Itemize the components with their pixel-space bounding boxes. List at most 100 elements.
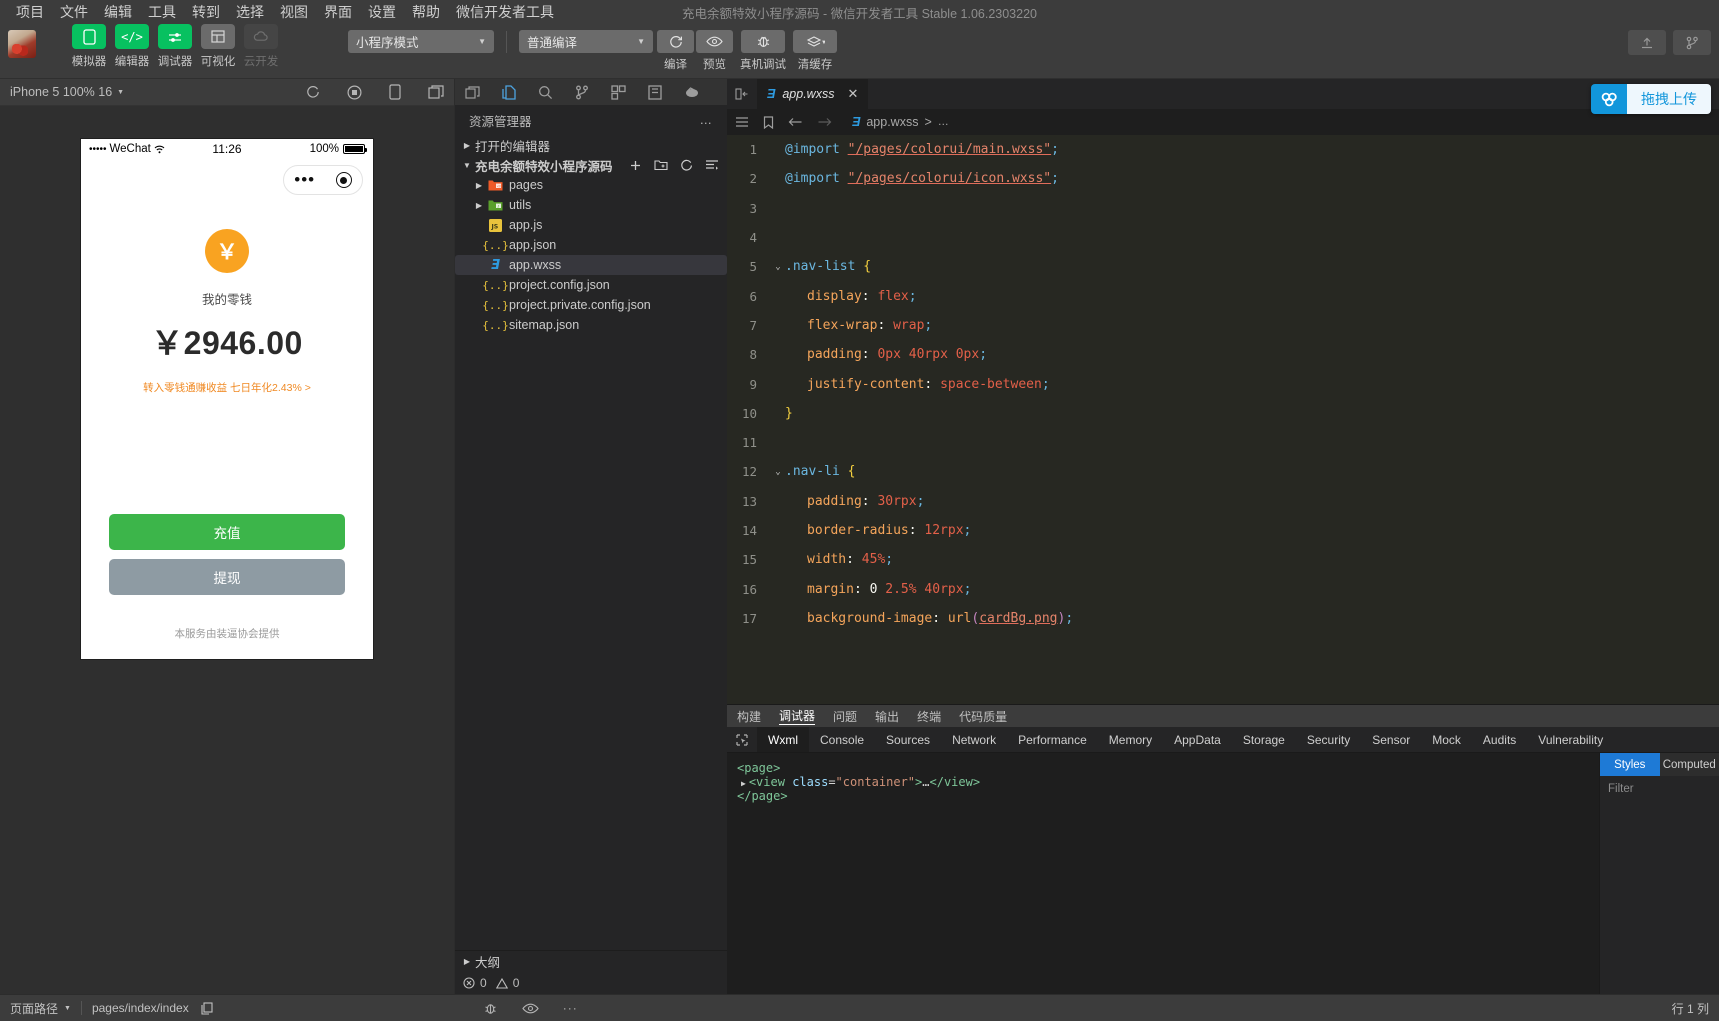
menu-item-edit[interactable]: 编辑 [96, 1, 140, 23]
menu-item-file[interactable]: 文件 [52, 1, 96, 23]
code-line[interactable]: 13 padding: 30rpx; [727, 487, 1719, 516]
bug-icon[interactable] [483, 1001, 498, 1016]
menu-item-help[interactable]: 帮助 [404, 1, 448, 23]
file-row-utils[interactable]: ▶ J utils [455, 195, 727, 215]
computed-tab[interactable]: Computed [1659, 753, 1719, 776]
devtools-tab-audits[interactable]: Audits [1472, 727, 1527, 752]
explorer-more-icon[interactable]: … [700, 113, 714, 127]
device-frame-icon[interactable] [389, 84, 401, 100]
panel-tab-code-quality[interactable]: 代码质量 [959, 708, 1007, 725]
devtools-tab-storage[interactable]: Storage [1232, 727, 1296, 752]
chevron-right-icon[interactable]: ▶ [471, 201, 487, 210]
menu-item-view[interactable]: 视图 [272, 1, 316, 23]
devtools-tab-memory[interactable]: Memory [1098, 727, 1163, 752]
devtools-tab-performance[interactable]: Performance [1007, 727, 1098, 752]
code-line[interactable]: 3 [727, 194, 1719, 223]
page-path-select[interactable]: 页面路径 ▼ [10, 1000, 71, 1017]
code-line[interactable]: 11 [727, 428, 1719, 457]
section-project-root[interactable]: ▼ 充电余额特效小程序源码 [455, 155, 727, 175]
menu-item-devtools[interactable]: 微信开发者工具 [448, 1, 562, 23]
debug-console-icon[interactable] [684, 86, 700, 98]
code-line[interactable]: 8 padding: 0px 40rpx 0px; [727, 340, 1719, 369]
lingqiantong-link[interactable]: 转入零钱通赚收益 七日年化2.43% > [81, 380, 373, 395]
file-row-app-json[interactable]: {..} app.json [455, 235, 727, 255]
compile-button[interactable]: 编译 [657, 30, 694, 72]
devtools-tab-mock[interactable]: Mock [1421, 727, 1472, 752]
more-icon[interactable]: ··· [563, 1001, 578, 1015]
devtools-tab-network[interactable]: Network [941, 727, 1007, 752]
upload-button[interactable] [1628, 30, 1666, 55]
problems-status[interactable]: 0 0 [455, 972, 727, 994]
devtools-tab-security[interactable]: Security [1296, 727, 1361, 752]
file-row-pages[interactable]: ▶ </> pages [455, 175, 727, 195]
detach-window-icon[interactable] [428, 85, 444, 99]
section-open-editors[interactable]: ▶ 打开的编辑器 [455, 135, 727, 155]
menu-item-project[interactable]: 项目 [8, 1, 52, 23]
back-arrow-icon[interactable] [788, 116, 803, 128]
code-line[interactable]: 5 ⌄ .nav-list { [727, 252, 1719, 281]
wechat-capsule[interactable]: ••• [283, 165, 363, 195]
version-control-button[interactable] [1673, 30, 1711, 55]
chevron-right-icon[interactable]: ▶ [471, 181, 487, 190]
code-line[interactable]: 4 [727, 223, 1719, 252]
recharge-button[interactable]: 充值 [109, 514, 345, 550]
real-device-debug-button[interactable]: 真机调试 [740, 30, 786, 72]
menu-item-tools[interactable]: 工具 [140, 1, 184, 23]
app-mode-select[interactable]: 小程序模式 ▼ [348, 30, 494, 53]
visualization-toggle-button[interactable]: 可视化 [201, 24, 235, 69]
source-control-icon[interactable] [575, 85, 589, 100]
fold-chevron-icon[interactable]: ⌄ [771, 262, 785, 272]
dom-line[interactable]: ▶ <view class="container">…</view> [737, 775, 1589, 789]
menu-item-interface[interactable]: 界面 [316, 1, 360, 23]
close-icon[interactable]: ✕ [847, 86, 858, 102]
dom-line[interactable]: </page> [737, 789, 1589, 803]
menu-item-select[interactable]: 选择 [228, 1, 272, 23]
record-icon[interactable] [347, 84, 362, 100]
code-line[interactable]: 17 background-image: url(cardBg.png); [727, 604, 1719, 633]
devtools-tab-sensor[interactable]: Sensor [1361, 727, 1421, 752]
compile-mode-select[interactable]: 普通编译 ▼ [519, 30, 653, 53]
code-line[interactable]: 9 justify-content: space-between; [727, 369, 1719, 398]
dom-line[interactable]: <page> [737, 761, 1589, 775]
code-line[interactable]: 14 border-radius: 12rpx; [727, 516, 1719, 545]
code-line[interactable]: 2 @import "/pages/colorui/icon.wxss"; [727, 164, 1719, 193]
code-line[interactable]: 7 flex-wrap: wrap; [727, 311, 1719, 340]
extensions-icon[interactable] [611, 84, 626, 100]
search-icon[interactable] [538, 85, 553, 100]
refresh-icon[interactable] [680, 159, 693, 172]
file-row-sitemap-json[interactable]: {..} sitemap.json [455, 315, 727, 335]
code-line[interactable]: 16 margin: 0 2.5% 40rpx; [727, 574, 1719, 603]
clear-cache-button[interactable]: ▼ 清缓存 [793, 30, 837, 72]
devtools-tab-console[interactable]: Console [809, 727, 875, 752]
editor-toggle-button[interactable]: </> 编辑器 [115, 24, 149, 69]
devtools-tab-sources[interactable]: Sources [875, 727, 941, 752]
code-line[interactable]: 6 display: flex; [727, 281, 1719, 310]
detach-editor-icon[interactable] [465, 85, 480, 99]
avatar[interactable] [8, 30, 36, 58]
editor-tab-app-wxss[interactable]: Ǝ app.wxss ✕ [757, 79, 870, 109]
devtools-tab-appdata[interactable]: AppData [1163, 727, 1232, 752]
code-line[interactable]: 12 ⌄ .nav-li { [727, 457, 1719, 486]
refresh-icon[interactable] [306, 85, 320, 99]
bookmark-icon[interactable] [763, 115, 774, 129]
capsule-close-icon[interactable] [335, 172, 352, 188]
file-row-app-js[interactable]: JS app.js [455, 215, 727, 235]
styles-tab[interactable]: Styles [1600, 753, 1660, 776]
panel-tab-debugger[interactable]: 调试器 [779, 707, 816, 725]
devtools-tab-wxml[interactable]: Wxml [757, 727, 809, 752]
new-file-icon[interactable] [629, 159, 642, 172]
new-folder-icon[interactable] [654, 159, 668, 171]
devtools-tab-vulnerability[interactable]: Vulnerability [1527, 727, 1614, 752]
breadcrumb[interactable]: Ǝ app.wxss > … [852, 115, 949, 129]
files-icon[interactable] [502, 84, 516, 100]
copy-icon[interactable] [201, 1001, 213, 1015]
simulator-toggle-button[interactable]: 模拟器 [72, 24, 106, 69]
panel-tab-terminal[interactable]: 终端 [917, 708, 941, 725]
code-editor[interactable]: 1 @import "/pages/colorui/main.wxss"; 2 @im… [727, 135, 1719, 704]
wxml-tree[interactable]: <page> ▶ <view class="container">…</view>… [727, 753, 1599, 994]
code-line[interactable]: 1 @import "/pages/colorui/main.wxss"; [727, 135, 1719, 164]
device-select[interactable]: iPhone 5 100% 16 ▼ [10, 85, 124, 99]
debugger-toggle-button[interactable]: 调试器 [158, 24, 192, 69]
menu-item-goto[interactable]: 转到 [184, 1, 228, 23]
panel-tab-problems[interactable]: 问题 [833, 708, 857, 725]
